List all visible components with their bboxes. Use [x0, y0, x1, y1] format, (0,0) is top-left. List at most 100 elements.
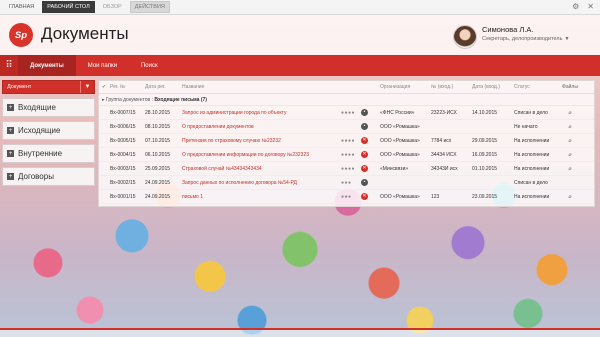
sidebar-item-internal[interactable]: + Внутренние	[2, 144, 95, 163]
top-menu-bar: ГЛАВНАЯ РАБОЧИЙ СТОЛ ОБЗОР ДЕЙСТВИЯ ⚙ ✕	[0, 0, 600, 15]
group-prefix: Группа документов :	[105, 96, 153, 103]
cell-name-link[interactable]: О предоставлении документов	[182, 124, 341, 130]
cell-reg-date: 24.09.2015	[145, 193, 171, 200]
paperclip-icon[interactable]: ⌀	[568, 166, 571, 172]
paperclip-icon[interactable]: ⌀	[568, 138, 571, 144]
group-row[interactable]: ▸ Группа документов : Входящие письма (7…	[99, 94, 594, 106]
cell-reg-num: Вх-0007/15	[110, 109, 136, 116]
cell-status: На исполнении	[514, 165, 550, 172]
cell-org: ООО «Ромашка»	[380, 137, 420, 144]
chevron-down-icon[interactable]: ▼	[564, 36, 569, 42]
plus-icon: +	[7, 104, 14, 111]
cell-reg-num: Вх-0002/15	[110, 179, 136, 186]
cell-name-link[interactable]: Запрос из администрации города по объект…	[182, 110, 341, 116]
cell-in-num: 34434 ИСХ	[431, 151, 457, 158]
top-tab-overview[interactable]: ОБЗОР	[98, 1, 127, 13]
cell-reg-num: Вх-0004/15	[110, 151, 136, 158]
document-type-select[interactable]: Документ ▼	[2, 80, 95, 94]
gear-icon[interactable]: ⚙	[572, 2, 579, 11]
col-in-num[interactable]: № (вход.)	[431, 84, 472, 90]
cell-in-date: 23.09.2015	[472, 193, 498, 200]
col-in-date[interactable]: Дата (вход.)	[472, 84, 514, 90]
cell-reg-date: 06.10.2015	[145, 151, 171, 158]
sidebar-item-contracts[interactable]: + Договоры	[2, 167, 95, 186]
paperclip-icon[interactable]: ⌀	[568, 194, 571, 200]
cell-name-link[interactable]: О предоставлении информации по договору …	[182, 152, 341, 158]
cell-name-link[interactable]: письмо 1	[182, 194, 341, 200]
cell-status: На исполнении	[514, 137, 550, 144]
cell-reg-date: 08.10.2015	[145, 123, 171, 130]
sidebar-item-label: Входящие	[18, 103, 56, 112]
progress-dots: ●●●●	[341, 137, 356, 144]
table-row[interactable]: Вх-0004/15 06.10.2015 О предоставлении инф…	[99, 148, 594, 162]
cell-reg-date: 25.09.2015	[145, 165, 171, 172]
paperclip-icon[interactable]: ⌀	[568, 124, 571, 130]
documents-table: ✔ Рег. № Дата рег. Название Организация …	[98, 80, 595, 207]
cell-org: ООО «Ромашка»	[380, 123, 420, 130]
checkmark-icon[interactable]: ✔	[99, 84, 107, 90]
cell-reg-num: Вх-0001/15	[110, 193, 136, 200]
user-menu[interactable]: Симонова Л.А. Секретарь, делопроизводите…	[453, 25, 569, 49]
overdue-icon: ✕	[361, 165, 368, 172]
sidebar-item-label: Внутренние	[18, 149, 63, 158]
cell-name-link[interactable]: Запрос данных по исполнению договора №54…	[182, 180, 341, 186]
sidebar-item-label: Договоры	[18, 172, 54, 181]
clock-icon: •	[361, 123, 368, 130]
col-reg-date[interactable]: Дата рег.	[145, 84, 182, 90]
cell-status: Списан в дело	[514, 179, 548, 186]
page-title: Документы	[41, 24, 129, 43]
cell-in-num: 34343И исх	[431, 165, 458, 172]
col-status[interactable]: Статус	[514, 84, 561, 90]
cell-in-date: 01.10.2015	[472, 165, 498, 172]
user-name: Симонова Л.А.	[482, 25, 534, 34]
cell-in-num: 23223-ИСХ	[431, 109, 457, 116]
cell-name-link[interactable]: Претензия по страховому случаю №23232	[182, 138, 341, 144]
overdue-icon: ✕	[361, 137, 368, 144]
clock-icon: •	[361, 179, 368, 186]
tab-my-folders[interactable]: Мои папки	[76, 55, 129, 76]
sidebar-item-label: Исходящие	[18, 126, 61, 135]
col-org[interactable]: Организация	[380, 84, 431, 90]
col-reg-num[interactable]: Рег. №	[107, 84, 145, 90]
sidebar: Документ ▼ + Входящие + Исходящие + Внутрен…	[2, 80, 95, 186]
sidebar-item-outgoing[interactable]: + Исходящие	[2, 121, 95, 140]
avatar[interactable]	[453, 25, 477, 49]
user-role: Секретарь, делопроизводитель	[482, 36, 563, 42]
top-tab-desktop[interactable]: РАБОЧИЙ СТОЛ	[42, 1, 95, 13]
col-name[interactable]: Название	[182, 84, 341, 90]
cell-org: ООО «Ромашка»	[380, 193, 420, 200]
table-row[interactable]: Вх-0005/15 07.10.2015 Претензия по страхов…	[99, 134, 594, 148]
group-name: Входящие письма (7)	[154, 96, 207, 103]
main-nav: ⠿ Документы Мои папки Поиск	[0, 55, 600, 76]
tab-documents[interactable]: Документы	[18, 55, 76, 76]
top-tab-actions[interactable]: ДЕЙСТВИЯ	[129, 1, 170, 13]
table-header: ✔ Рег. № Дата рег. Название Организация …	[99, 81, 594, 94]
cell-reg-num: Вх-0005/15	[110, 137, 136, 144]
table-row[interactable]: Вх-0001/15 24.09.2015 письмо 1 ●●● ✕ ООО «Ром…	[99, 190, 594, 204]
select-value: Документ	[7, 84, 32, 90]
plus-icon: +	[7, 173, 14, 180]
table-row[interactable]: Вх-0003/15 25.09.2015 Страховой случай №43…	[99, 162, 594, 176]
table-row[interactable]: Вх-0006/15 08.10.2015 О предоставлении док…	[99, 120, 594, 134]
overdue-icon: ✕	[361, 151, 368, 158]
paperclip-icon[interactable]: ⌀	[568, 152, 571, 158]
progress-dots: ●●●	[341, 179, 352, 186]
cell-name-link[interactable]: Страховой случай №43434343434	[182, 166, 341, 172]
apps-grid-icon[interactable]: ⠿	[0, 55, 18, 76]
table-row[interactable]: Вх-0007/15 28.10.2015 Запрос из администра…	[99, 106, 594, 120]
tab-search[interactable]: Поиск	[129, 55, 170, 76]
app-logo[interactable]: Sp	[9, 23, 33, 47]
paperclip-icon[interactable]: ⌀	[568, 110, 571, 116]
cell-in-date: 16.09.2015	[472, 151, 498, 158]
col-files[interactable]: Файлы	[561, 84, 579, 90]
footer-bar	[0, 328, 600, 337]
top-tab-home[interactable]: ГЛАВНАЯ	[4, 1, 39, 13]
chevron-down-icon[interactable]: ▼	[80, 81, 94, 93]
progress-dots: ●●●●	[341, 165, 356, 172]
progress-dots: ●●●●	[341, 151, 356, 158]
cell-org: «Минсвязи»	[380, 165, 409, 172]
close-icon[interactable]: ✕	[587, 2, 594, 11]
sidebar-item-incoming[interactable]: + Входящие	[2, 98, 95, 117]
progress-dots: ●●●	[341, 193, 352, 200]
table-row[interactable]: Вх-0002/15 24.09.2015 Запрос данных по исп…	[99, 176, 594, 190]
